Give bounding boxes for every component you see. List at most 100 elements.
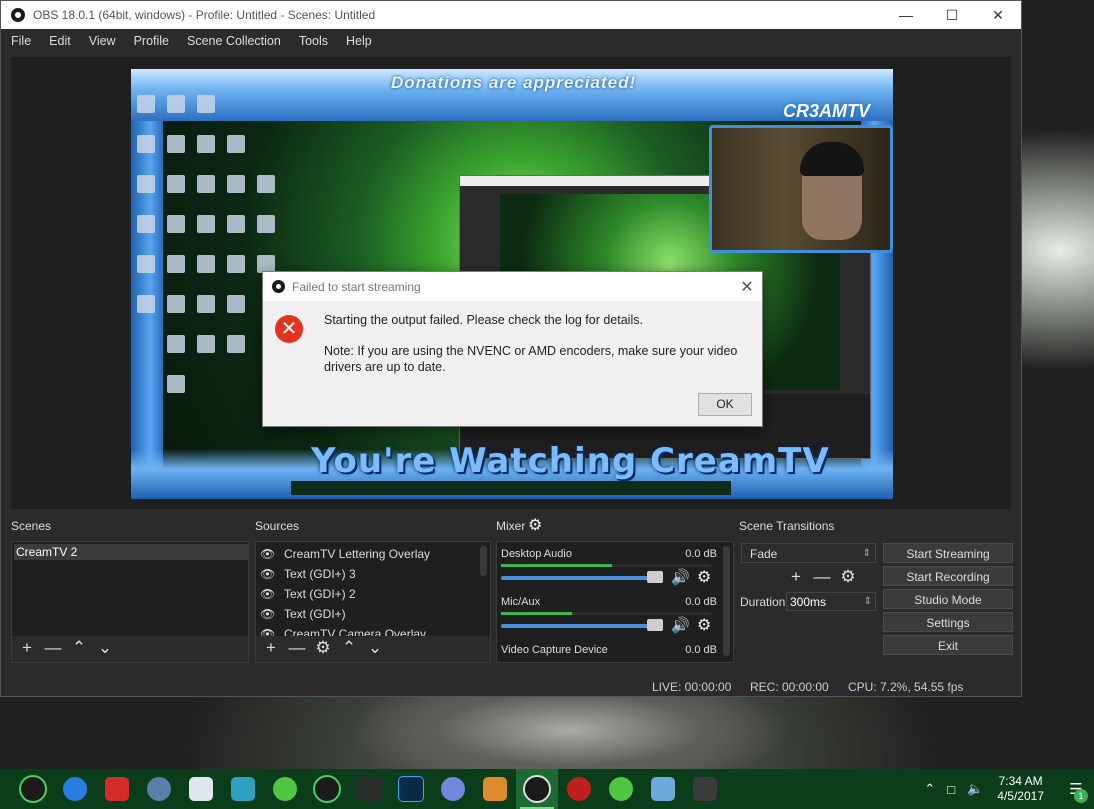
remove-transition-icon[interactable]: —: [809, 567, 835, 587]
add-transition-icon[interactable]: +: [783, 567, 809, 587]
start-streaming-button[interactable]: Start Streaming: [883, 543, 1013, 563]
taskbar-app-document-icon[interactable]: [180, 769, 222, 809]
windows-taskbar: ⌃ □ 🔈 7:34 AM 4/5/2017 ☰1: [0, 769, 1094, 809]
scenes-panel: CreamTV 2 + — ⌃ ⌄: [11, 541, 249, 663]
taskbar-app-photoshop-icon[interactable]: [390, 769, 432, 809]
audio-meter: [501, 612, 711, 615]
taskbar-app-cloud-icon[interactable]: [306, 769, 348, 809]
taskbar-app-discord-icon[interactable]: [432, 769, 474, 809]
dialog-title-bar[interactable]: Failed to start streaming ✕: [263, 272, 762, 301]
system-tray: ⌃ □ 🔈 7:34 AM 4/5/2017 ☰1: [918, 769, 1094, 809]
mixer-scrollbar[interactable]: [723, 546, 730, 656]
taskbar-app-window-icon[interactable]: [642, 769, 684, 809]
taskbar-app-red-bolt-icon[interactable]: [96, 769, 138, 809]
source-item[interactable]: 👁 Text (GDI+): [260, 604, 346, 624]
webcam-feed: [709, 125, 893, 253]
taskbar-app-dark-icon[interactable]: [348, 769, 390, 809]
taskbar-app-alien-icon[interactable]: [684, 769, 726, 809]
exit-button[interactable]: Exit: [883, 635, 1013, 655]
live-status: LIVE: 00:00:00: [652, 680, 732, 694]
channel-gear-icon[interactable]: ⚙: [697, 567, 711, 587]
taskbar-app-green-ring-icon[interactable]: [264, 769, 306, 809]
error-dialog: Failed to start streaming ✕ ✕ Starting t…: [262, 271, 763, 427]
remove-source-icon[interactable]: —: [284, 638, 310, 658]
watching-overlay-text: You're Watching CreamTV: [311, 441, 830, 481]
volume-slider[interactable]: [501, 624, 663, 628]
channel-gear-icon[interactable]: ⚙: [697, 615, 711, 635]
ok-button[interactable]: OK: [698, 393, 752, 416]
spinner-arrows-icon[interactable]: ⇕: [864, 593, 872, 611]
action-center-icon[interactable]: ☰1: [1058, 769, 1094, 809]
clock-date: 4/5/2017: [997, 789, 1044, 803]
menu-help[interactable]: Help: [336, 34, 380, 48]
start-recording-button[interactable]: Start Recording: [883, 566, 1013, 586]
audio-meter: [501, 564, 711, 567]
captured-taskbar: [291, 481, 731, 495]
add-source-icon[interactable]: +: [258, 638, 284, 658]
maximize-button[interactable]: ☐: [929, 1, 975, 29]
scene-item-creamtv-2[interactable]: CreamTV 2: [14, 544, 248, 560]
mixer-dock-title: Mixer: [496, 519, 526, 533]
sources-scrollbar[interactable]: [480, 546, 487, 576]
obs-logo-icon: [272, 280, 285, 293]
taskbar-app-blue-icon[interactable]: [54, 769, 96, 809]
menu-tools[interactable]: Tools: [289, 34, 336, 48]
menu-edit[interactable]: Edit: [39, 34, 79, 48]
menu-profile[interactable]: Profile: [124, 34, 177, 48]
speaker-icon[interactable]: 🔊: [671, 568, 690, 586]
taskbar-app-orange-icon[interactable]: [474, 769, 516, 809]
visibility-eye-icon[interactable]: 👁: [260, 567, 278, 581]
scenes-toolbar: + — ⌃ ⌄: [14, 638, 118, 658]
menu-view[interactable]: View: [79, 34, 124, 48]
transition-properties-gear-icon[interactable]: ⚙: [835, 567, 861, 587]
taskbar-app-red-circle-icon[interactable]: [558, 769, 600, 809]
studio-mode-button[interactable]: Studio Mode: [883, 589, 1013, 609]
add-scene-icon[interactable]: +: [14, 638, 40, 658]
taskbar-clock[interactable]: 7:34 AM 4/5/2017: [997, 774, 1044, 804]
source-item[interactable]: 👁 Text (GDI+) 3: [260, 564, 356, 584]
scene-move-up-icon[interactable]: ⌃: [66, 638, 92, 658]
volume-slider-handle[interactable]: [647, 571, 663, 583]
dialog-note: Note: If you are using the NVENC or AMD …: [324, 344, 738, 374]
wallpaper-figure: [240, 690, 860, 780]
visibility-eye-icon[interactable]: 👁: [260, 547, 278, 561]
taskbar-app-globe-icon[interactable]: [138, 769, 180, 809]
dialog-close-icon[interactable]: ✕: [732, 277, 762, 297]
source-move-down-icon[interactable]: ⌄: [362, 638, 388, 658]
source-move-up-icon[interactable]: ⌃: [336, 638, 362, 658]
source-properties-gear-icon[interactable]: ⚙: [310, 638, 336, 658]
settings-button[interactable]: Settings: [883, 612, 1013, 632]
source-item[interactable]: 👁 Text (GDI+) 2: [260, 584, 356, 604]
taskbar-app-green-ring2-icon[interactable]: [600, 769, 642, 809]
source-item[interactable]: 👁 CreamTV Lettering Overlay: [260, 544, 430, 564]
volume-slider[interactable]: [501, 576, 663, 580]
duration-input[interactable]: 300ms ⇕: [786, 592, 876, 611]
sources-toolbar: + — ⚙ ⌃ ⌄: [258, 638, 388, 658]
scene-move-down-icon[interactable]: ⌄: [92, 638, 118, 658]
volume-slider-handle[interactable]: [647, 619, 663, 631]
taskbar-app-obs-icon[interactable]: [516, 769, 558, 809]
menu-file[interactable]: File: [1, 34, 39, 48]
spinner-arrows-icon: ⇕: [862, 548, 871, 559]
transition-select[interactable]: Fade ⇕: [741, 543, 876, 563]
title-bar[interactable]: OBS 18.0.1 (64bit, windows) - Profile: U…: [1, 1, 1021, 29]
menu-bar: File Edit View Profile Scene Collection …: [1, 29, 1021, 53]
cpu-status: CPU: 7.2%, 54.55 fps: [848, 680, 964, 694]
clock-time: 7:34 AM: [998, 774, 1043, 788]
visibility-eye-icon[interactable]: 👁: [260, 587, 278, 601]
tray-chevron-up-icon[interactable]: ⌃: [924, 781, 935, 797]
dialog-message: Starting the output failed. Please check…: [324, 313, 643, 327]
mixer-gear-icon[interactable]: ⚙: [528, 515, 542, 535]
menu-scene-collection[interactable]: Scene Collection: [177, 34, 289, 48]
taskbar-app-shield-icon[interactable]: [222, 769, 264, 809]
remove-scene-icon[interactable]: —: [40, 638, 66, 658]
visibility-eye-icon[interactable]: 👁: [260, 607, 278, 621]
mixer-panel: Desktop Audio 0.0 dB 🔊 ⚙ Mic/Aux 0.0 dB …: [496, 541, 734, 663]
network-icon[interactable]: □: [947, 782, 955, 797]
minimize-button[interactable]: —: [883, 1, 929, 29]
taskbar-app-u-icon[interactable]: [12, 769, 54, 809]
speaker-icon[interactable]: 🔈: [967, 781, 983, 797]
speaker-icon[interactable]: 🔊: [671, 616, 690, 634]
close-button[interactable]: ✕: [975, 1, 1021, 29]
rec-status: REC: 00:00:00: [750, 680, 829, 694]
